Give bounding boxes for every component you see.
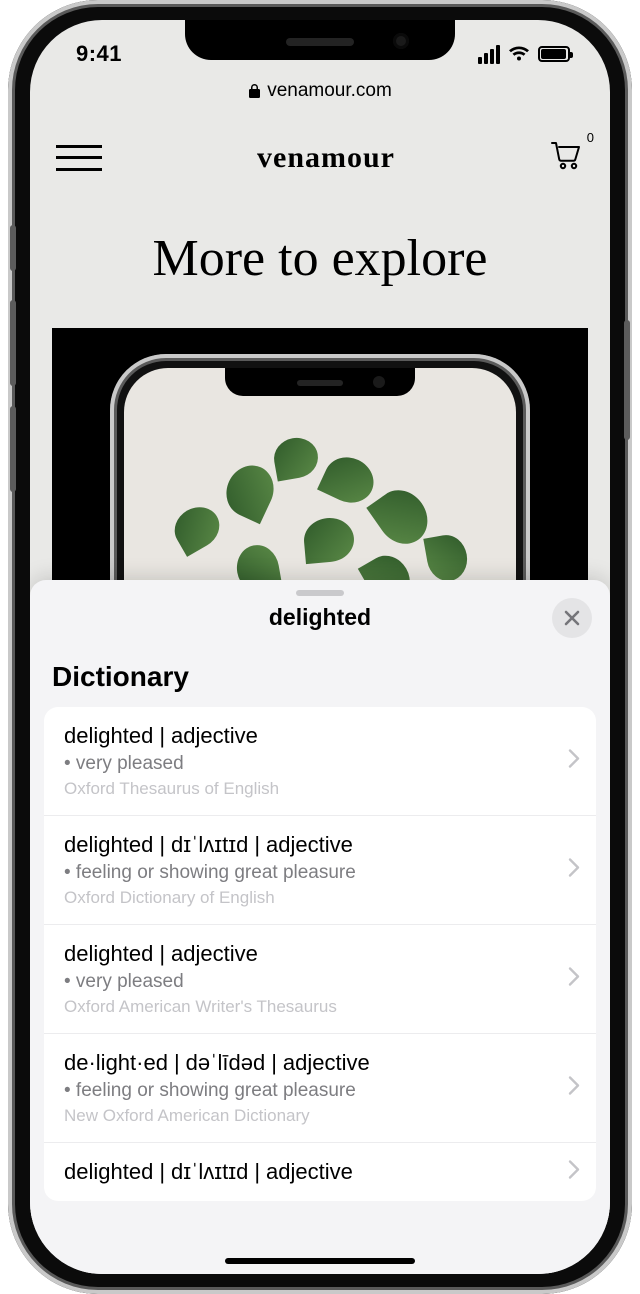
entry-heading: delighted|adjective [64,723,546,749]
address-bar[interactable]: venamour.com [30,80,610,102]
entry-definition: • feeling or showing great pleasure [64,1080,546,1102]
lock-icon [248,83,261,99]
volume-down-button [10,406,16,492]
cart-button[interactable]: 0 [550,140,584,175]
site-logo[interactable]: venamour [257,141,395,175]
entry-definition: • very pleased [64,971,546,993]
entry-source: Oxford American Writer's Thesaurus [64,997,546,1017]
close-icon [563,609,581,627]
entry-heading: delighted|dɪˈlʌɪtɪd|adjective [64,1159,546,1185]
chevron-right-icon [568,967,580,992]
dictionary-entry[interactable]: delighted|dɪˈlʌɪtɪd|adjective [44,1143,596,1201]
phone-chassis: 9:41 venamour.com [8,0,632,1294]
cart-icon [550,140,584,170]
power-button [624,320,630,440]
entry-definition: • very pleased [64,753,546,775]
dictionary-entry[interactable]: de·light·ed|dəˈlīdəd|adjective • feeling … [44,1034,596,1143]
menu-button[interactable] [56,145,102,171]
entry-definition: • feeling or showing great pleasure [64,862,546,884]
hero-title: More to explore [30,229,610,288]
entry-source: Oxford Thesaurus of English [64,779,546,799]
battery-icon [538,46,570,62]
dictionary-entry[interactable]: delighted|dɪˈlʌɪtɪd|adjective • feeling o… [44,816,596,925]
dictionary-card: delighted|adjective • very pleased Oxford … [44,707,596,1201]
sheet-grabber[interactable] [296,590,344,596]
cellular-icon [478,45,500,64]
home-indicator[interactable] [225,1258,415,1264]
dictionary-entry[interactable]: delighted|adjective • very pleased Oxford … [44,925,596,1034]
entry-heading: delighted|adjective [64,941,546,967]
entry-source: Oxford Dictionary of English [64,888,546,908]
chevron-right-icon [568,858,580,883]
wifi-icon [508,45,530,63]
lookup-word: delighted [30,604,610,631]
chevron-right-icon [568,749,580,774]
dictionary-entry[interactable]: delighted|adjective • very pleased Oxford … [44,707,596,816]
entry-heading: delighted|dɪˈlʌɪtɪd|adjective [64,832,546,858]
status-bar: 9:41 [30,20,610,74]
silence-switch [10,225,16,271]
entry-heading: de·light·ed|dəˈlīdəd|adjective [64,1050,546,1076]
section-title: Dictionary [30,653,610,707]
entry-source: New Oxford American Dictionary [64,1106,546,1126]
cart-count: 0 [587,130,594,145]
chevron-right-icon [568,1076,580,1101]
close-button[interactable] [552,598,592,638]
status-time: 9:41 [76,41,122,67]
address-domain: venamour.com [267,80,392,102]
lookup-sheet[interactable]: delighted Dictionary delighted|adjective… [30,580,610,1274]
chevron-right-icon [568,1160,580,1185]
volume-up-button [10,300,16,386]
phone-screen: 9:41 venamour.com [30,20,610,1274]
